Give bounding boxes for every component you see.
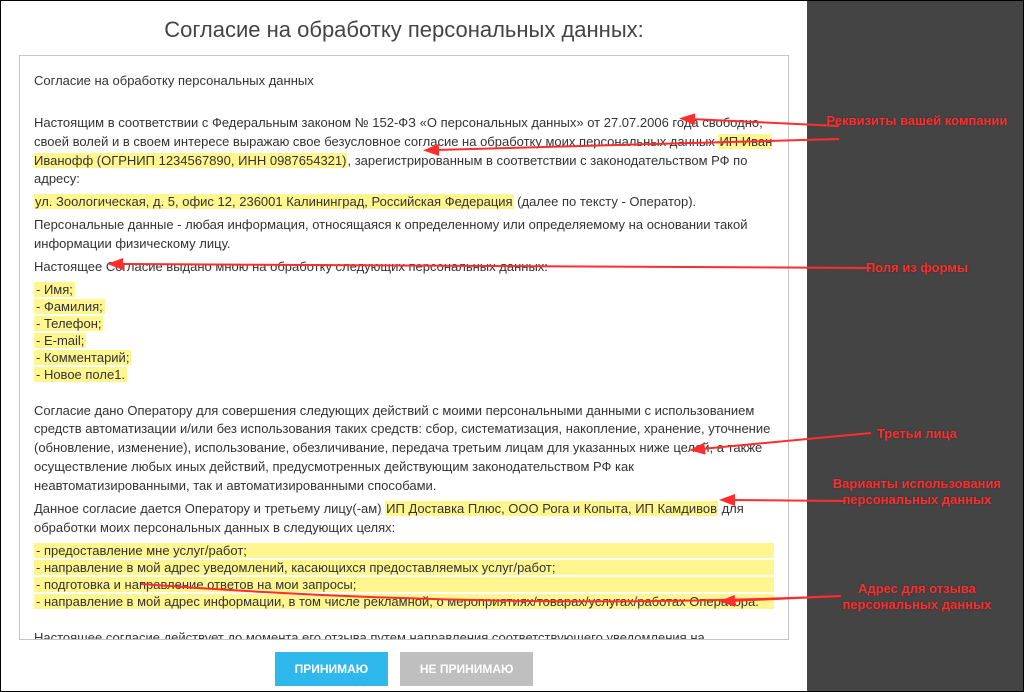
- paragraph-3: Настоящее Согласие выдано мною на обрабо…: [34, 258, 774, 277]
- fields-item: - Новое поле1.: [34, 367, 127, 382]
- fields-item: - Телефон;: [34, 316, 103, 331]
- address-line: ул. Зоологическая, д. 5, офис 12, 236001…: [34, 193, 774, 212]
- fields-item: - Комментарий;: [34, 350, 131, 365]
- paragraph-6: Настоящее согласие действует до момента …: [34, 629, 774, 641]
- fields-item: - Имя;: [34, 282, 75, 297]
- dialog-title: Согласие на обработку персональных данны…: [19, 17, 789, 43]
- fields-item: - Фамилия;: [34, 299, 105, 314]
- third-parties: ИП Доставка Плюс, ООО Рога и Копыта, ИП …: [385, 501, 718, 516]
- purpose-item: - направление в мой адрес уведомлений, к…: [34, 560, 774, 575]
- paragraph-4: Согласие дано Оператору для совершения с…: [34, 402, 774, 496]
- purpose-item: - направление в мой адрес информации, в …: [34, 594, 774, 609]
- screenshot-stage: Согласие на обработку персональных данны…: [0, 0, 1024, 692]
- paragraph-5: Данное согласие дается Оператору и треть…: [34, 500, 774, 538]
- purpose-item: - предоставление мне услуг/работ;: [34, 543, 774, 558]
- dark-sidebar: [805, 1, 1023, 691]
- paragraph-1: Настоящим в соответствии с Федеральным з…: [34, 114, 774, 189]
- purpose-item: - подготовка и направление ответов на мо…: [34, 577, 774, 592]
- form-fields-list: - Имя; - Фамилия; - Телефон; - E-mail; -…: [34, 281, 774, 383]
- paragraph-2: Персональные данные - любая информация, …: [34, 216, 774, 254]
- intro-heading: Согласие на обработку персональных данны…: [34, 72, 774, 91]
- accept-button[interactable]: ПРИНИМАЮ: [275, 652, 389, 686]
- consent-body: Согласие на обработку персональных данны…: [19, 55, 789, 640]
- fields-item: - E-mail;: [34, 333, 86, 348]
- purposes-list: - предоставление мне услуг/работ; - напр…: [34, 542, 774, 610]
- dialog-buttons: ПРИНИМАЮ НЕ ПРИНИМАЮ: [19, 652, 789, 686]
- consent-dialog: Согласие на обработку персональных данны…: [1, 1, 807, 691]
- decline-button[interactable]: НЕ ПРИНИМАЮ: [400, 652, 534, 686]
- company-address: ул. Зоологическая, д. 5, офис 12, 236001…: [34, 194, 514, 209]
